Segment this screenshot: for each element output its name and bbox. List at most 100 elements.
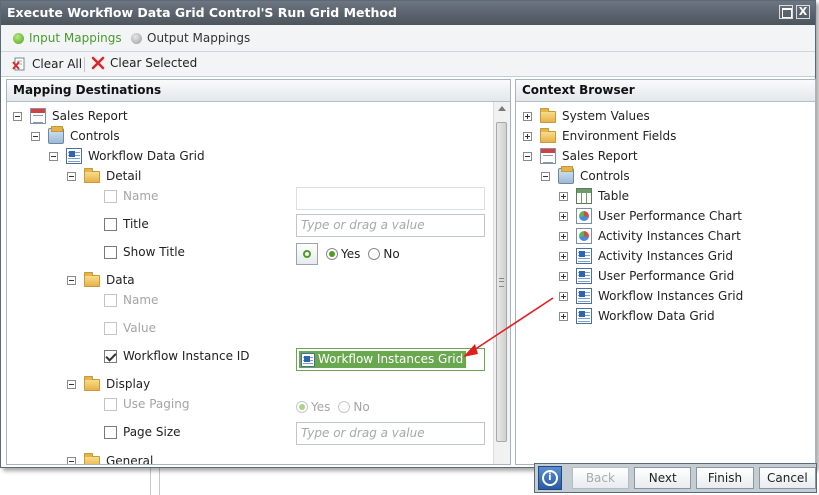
toolbar-divider	[84, 57, 85, 72]
section-display[interactable]: Display	[67, 375, 150, 393]
tree-node-controls[interactable]: Controls	[31, 126, 120, 145]
context-browser-header: Context Browser	[516, 80, 815, 102]
next-button[interactable]: Next	[634, 467, 692, 489]
checkbox[interactable]	[104, 425, 117, 439]
maximize-icon[interactable]	[779, 5, 793, 19]
context-item-sales-report[interactable]: Sales Report	[523, 147, 638, 165]
expand-icon[interactable]	[559, 271, 568, 281]
report-icon	[540, 148, 556, 164]
tree-node-label: Workflow Data Grid	[88, 149, 205, 163]
info-button[interactable]: i	[538, 466, 562, 490]
context-item-table[interactable]: Table	[559, 187, 629, 205]
checkbox[interactable]	[104, 217, 117, 231]
context-item-label: Workflow Data Grid	[598, 309, 715, 323]
finish-button[interactable]: Finish	[696, 467, 754, 489]
context-item-workflow-data-grid[interactable]: Workflow Data Grid	[559, 307, 715, 325]
controls-icon	[48, 126, 64, 144]
checkbox	[104, 321, 117, 335]
tree-node-sales-report[interactable]: Sales Report	[13, 107, 128, 125]
context-item-label: Environment Fields	[562, 129, 677, 143]
field-label: Page Size	[123, 425, 181, 439]
detail-title-input[interactable]: Type or drag a value	[296, 214, 485, 237]
vertical-scrollbar[interactable]	[493, 102, 510, 464]
collapse-icon[interactable]	[13, 111, 22, 121]
context-item-system-values[interactable]: System Values	[523, 107, 650, 125]
folder-icon	[540, 108, 556, 123]
context-item-user-performance-chart[interactable]: User Performance Chart	[559, 207, 742, 225]
section-data[interactable]: Data	[67, 271, 135, 289]
grid-control-icon	[576, 308, 592, 324]
back-button[interactable]: Back	[571, 467, 630, 489]
context-item-label: Sales Report	[562, 149, 638, 163]
background-window-edge	[150, 466, 160, 495]
section-general[interactable]: General	[67, 452, 154, 465]
mapped-value-chip[interactable]: Workflow Instances Grid	[299, 351, 467, 368]
expand-icon[interactable]	[559, 291, 568, 301]
field-label: Name	[123, 189, 159, 203]
expand-icon[interactable]	[523, 131, 532, 141]
radio-yes[interactable]	[326, 248, 338, 260]
clear-all-button[interactable]: Clear All	[12, 56, 82, 72]
context-item-workflow-instances-grid[interactable]: Workflow Instances Grid	[559, 287, 743, 305]
report-icon	[30, 108, 46, 124]
context-item-controls[interactable]: Controls	[541, 166, 630, 185]
collapse-icon[interactable]	[49, 151, 58, 161]
field-data-workflow-instance-id[interactable]: Workflow Instance ID	[104, 347, 250, 365]
collapse-icon[interactable]	[523, 151, 532, 161]
page-size-input[interactable]: Type or drag a value	[296, 422, 485, 445]
scroll-up-icon[interactable]	[498, 106, 506, 111]
cancel-button[interactable]: Cancel	[758, 467, 816, 489]
expand-icon[interactable]	[559, 211, 568, 221]
field-data-name: Name	[104, 291, 158, 309]
expand-icon[interactable]	[559, 191, 568, 201]
section-label: Data	[106, 273, 135, 287]
context-item-label: Controls	[580, 169, 630, 183]
mapping-destinations-panel: Mapping Destinations Sales Report Contro…	[6, 79, 511, 465]
collapse-icon[interactable]	[541, 171, 550, 181]
tree-node-workflow-data-grid[interactable]: Workflow Data Grid	[49, 147, 205, 165]
tab-input-mappings[interactable]: Input Mappings	[13, 31, 122, 45]
field-detail-show-title[interactable]: Show Title	[104, 243, 185, 261]
close-icon[interactable]: X	[796, 5, 810, 19]
radio-label: Yes	[311, 400, 331, 414]
context-item-activity-instances-chart[interactable]: Activity Instances Chart	[559, 227, 741, 245]
context-item-user-performance-grid[interactable]: User Performance Grid	[559, 267, 734, 285]
context-item-label: User Performance Grid	[598, 269, 735, 283]
gray-dot-icon	[131, 32, 142, 44]
expand-icon[interactable]	[523, 111, 532, 121]
mapping-tabs: Input Mappings Output Mappings	[1, 25, 815, 52]
scrollbar-thumb[interactable]	[496, 122, 507, 442]
checkbox	[104, 293, 117, 307]
clear-selected-label: Clear Selected	[110, 56, 198, 70]
collapse-icon[interactable]	[31, 131, 40, 141]
tree-node-label: Sales Report	[52, 109, 128, 123]
field-detail-title[interactable]: Title	[104, 215, 149, 233]
tab-output-mappings[interactable]: Output Mappings	[131, 31, 250, 45]
expand-icon[interactable]	[559, 311, 568, 321]
clear-selected-button[interactable]: Clear Selected	[91, 56, 197, 70]
section-detail[interactable]: Detail	[67, 167, 141, 185]
checkbox	[104, 189, 117, 203]
green-dot-icon	[13, 32, 24, 44]
mapping-destinations-header: Mapping Destinations	[7, 80, 510, 102]
toolbar: Clear All Clear Selected	[1, 52, 815, 77]
collapse-icon[interactable]	[67, 275, 76, 285]
context-item-activity-instances-grid[interactable]: Activity Instances Grid	[559, 247, 733, 265]
checkbox[interactable]	[104, 245, 117, 259]
context-item-label: Table	[598, 189, 630, 203]
workflow-instance-id-input[interactable]: Workflow Instances Grid	[296, 348, 485, 371]
expand-icon[interactable]	[559, 231, 568, 241]
expand-icon[interactable]	[559, 251, 568, 261]
show-title-radio-group: Yes No	[296, 243, 400, 265]
collapse-icon[interactable]	[67, 379, 76, 389]
collapse-icon[interactable]	[67, 456, 76, 464]
mapped-value-label: Workflow Instances Grid	[318, 352, 464, 366]
field-display-page-size[interactable]: Page Size	[104, 423, 181, 441]
collapse-icon[interactable]	[67, 171, 76, 181]
section-label: Detail	[106, 169, 142, 183]
radio-no[interactable]	[368, 248, 381, 260]
checkbox-checked[interactable]	[104, 349, 117, 363]
toggle-value-button[interactable]	[296, 243, 318, 265]
section-label: General	[106, 454, 154, 465]
context-item-environment-fields[interactable]: Environment Fields	[523, 127, 676, 145]
